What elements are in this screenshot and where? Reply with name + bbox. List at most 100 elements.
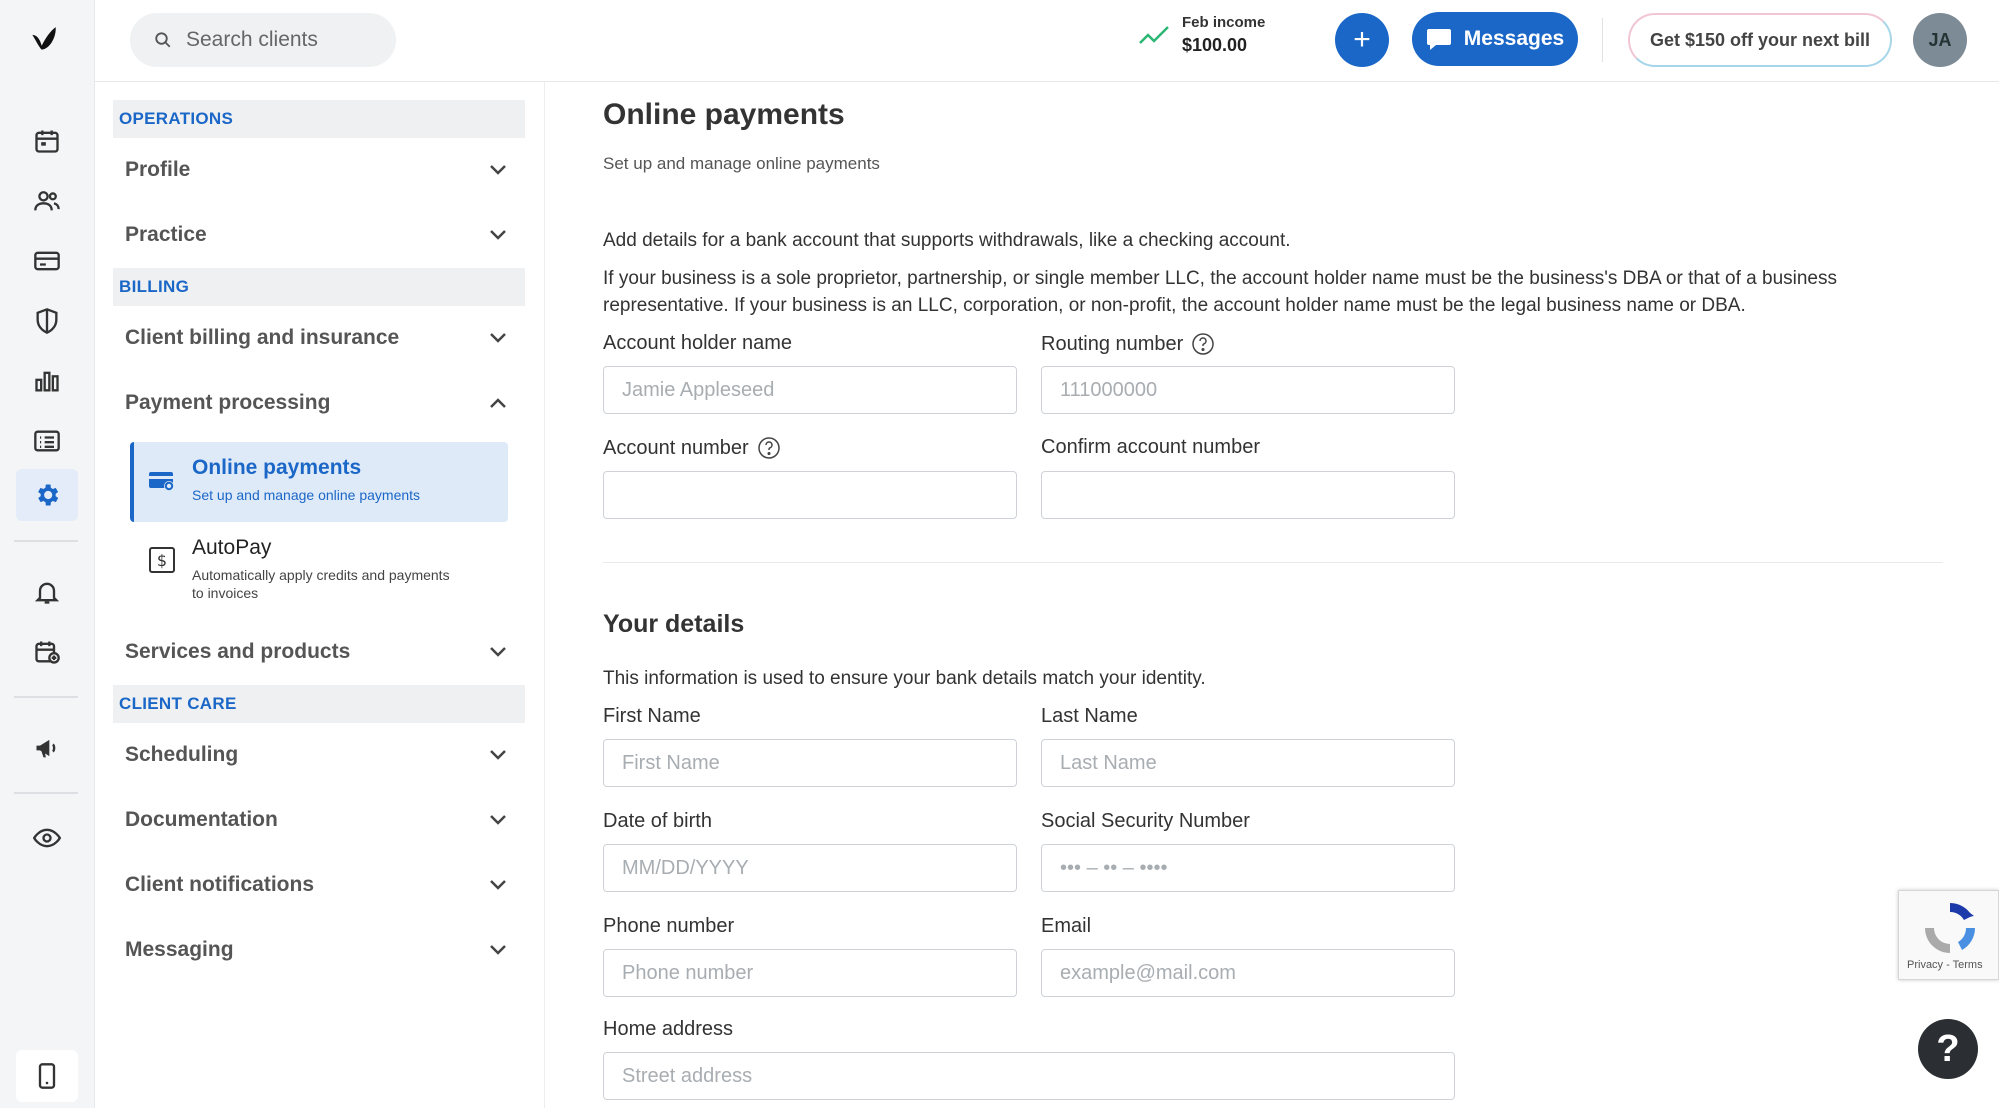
notice-text: If your business is a sole proprietor, p…	[603, 268, 1837, 316]
routing-number-label: Routing number	[1041, 332, 1215, 356]
insurance-shield-icon[interactable]	[16, 295, 78, 347]
recaptcha-badge[interactable]: Privacy - Terms	[1898, 890, 1999, 980]
desc-line-2: to invoices	[192, 585, 259, 601]
account-holder-input[interactable]	[603, 366, 1017, 414]
confirm-account-label: Confirm account number	[1041, 436, 1260, 459]
svg-text:$: $	[157, 551, 167, 570]
settings-gear-icon[interactable]	[16, 469, 78, 521]
clients-icon[interactable]	[16, 175, 78, 227]
label-text: Account holder name	[603, 332, 793, 354]
messages-button[interactable]: Messages	[1412, 12, 1578, 66]
intro-text: Add details for a bank account that supp…	[603, 230, 1291, 251]
nav-item-profile[interactable]: Profile	[113, 145, 525, 195]
nav-item-practice[interactable]: Practice	[113, 210, 525, 260]
rail-divider	[14, 792, 78, 794]
megaphone-icon[interactable]	[16, 722, 78, 774]
nav-item-messaging[interactable]: Messaging	[113, 925, 525, 975]
page-title: Online payments	[603, 98, 845, 131]
nav-item-client-billing[interactable]: Client billing and insurance	[113, 313, 525, 363]
last-name-label: Last Name	[1041, 705, 1138, 728]
settings-nav: OPERATIONS Profile Practice BILLING Clie…	[95, 82, 545, 1108]
nav-item-label: Client billing and insurance	[125, 326, 400, 349]
list-icon[interactable]	[16, 415, 78, 467]
help-circle-icon[interactable]	[1191, 332, 1215, 356]
chevron-down-icon	[490, 815, 506, 825]
sub-item-title: Online payments	[192, 456, 362, 479]
first-name-label: First Name	[603, 705, 701, 728]
topbar-divider	[1602, 18, 1603, 62]
chevron-down-icon	[490, 647, 506, 657]
page-subtitle: Set up and manage online payments	[603, 154, 880, 173]
recaptcha-links[interactable]: Privacy - Terms	[1907, 959, 1983, 971]
plus-icon: +	[1353, 23, 1371, 56]
account-holder-label: Account holder name	[603, 332, 792, 355]
chevron-down-icon	[490, 333, 506, 343]
label-text: Email	[1041, 915, 1092, 937]
sub-item-autopay[interactable]: $ AutoPay Automatically apply credits an…	[130, 522, 508, 618]
last-name-input[interactable]	[1041, 739, 1455, 787]
confirm-account-input[interactable]	[1041, 471, 1455, 519]
income-value: $100.00	[1182, 35, 1248, 55]
ssn-label: Social Security Number	[1041, 810, 1250, 833]
add-button[interactable]: +	[1335, 13, 1389, 67]
chevron-down-icon	[490, 750, 506, 760]
nav-item-label: Practice	[125, 223, 207, 246]
nav-item-label: Scheduling	[125, 743, 239, 766]
calendar-add-icon[interactable]	[16, 626, 78, 678]
sub-item-desc: Automatically apply credits and payments…	[192, 566, 450, 602]
nav-item-services[interactable]: Services and products	[113, 627, 525, 677]
income-summary[interactable]: Feb income $100.00	[1138, 14, 1265, 56]
calendar-icon[interactable]	[16, 115, 78, 167]
user-avatar[interactable]: JA	[1913, 13, 1967, 67]
label-text: Phone number	[603, 915, 735, 937]
section-header-billing: BILLING	[113, 268, 525, 306]
logo-icon[interactable]	[30, 24, 66, 60]
promo-button[interactable]: Get $150 off your next bill	[1628, 13, 1892, 67]
phone-label: Phone number	[603, 915, 734, 938]
sub-item-desc: Set up and manage online payments	[192, 487, 421, 503]
nav-item-label: Profile	[125, 158, 191, 181]
question-mark-icon: ?	[1936, 1027, 1960, 1070]
bell-icon[interactable]	[16, 566, 78, 618]
section-header-client-care: CLIENT CARE	[113, 685, 525, 723]
icon-rail	[0, 0, 95, 1108]
dob-input[interactable]	[603, 844, 1017, 892]
chevron-down-icon	[490, 230, 506, 240]
nav-item-label: Payment processing	[125, 391, 331, 414]
chevron-up-icon	[490, 398, 506, 408]
your-details-desc: This information is used to ensure your …	[603, 668, 1206, 689]
label-text: Account number	[603, 436, 749, 459]
routing-number-input[interactable]	[1041, 366, 1455, 414]
nav-item-documentation[interactable]: Documentation	[113, 795, 525, 845]
account-number-input[interactable]	[603, 471, 1017, 519]
search-input[interactable]	[186, 28, 386, 52]
sub-item-title: AutoPay	[192, 536, 272, 559]
nav-item-payment-processing[interactable]: Payment processing	[113, 378, 525, 428]
email-label: Email	[1041, 915, 1091, 938]
label-text: Home address	[603, 1018, 734, 1040]
help-circle-icon[interactable]	[757, 436, 781, 460]
help-button[interactable]: ?	[1918, 1019, 1978, 1079]
label-text: Last Name	[1041, 705, 1138, 727]
billing-card-icon[interactable]	[16, 235, 78, 287]
desc-line-1: Automatically apply credits and payments	[192, 567, 450, 583]
mobile-icon[interactable]	[16, 1050, 78, 1102]
street-address-input[interactable]	[603, 1052, 1455, 1100]
email-input[interactable]	[1041, 949, 1455, 997]
ssn-input[interactable]	[1041, 844, 1455, 892]
first-name-input[interactable]	[603, 739, 1017, 787]
label-text: Date of birth	[603, 810, 712, 832]
search-bar[interactable]	[130, 13, 396, 67]
eye-icon[interactable]	[16, 812, 78, 864]
messages-label: Messages	[1463, 27, 1565, 50]
nav-item-label: Services and products	[125, 640, 351, 663]
label-text: Confirm account number	[1041, 436, 1260, 458]
nav-item-scheduling[interactable]: Scheduling	[113, 730, 525, 780]
analytics-icon[interactable]	[16, 355, 78, 407]
recaptcha-icon	[1925, 902, 1976, 953]
nav-item-client-notifications[interactable]: Client notifications	[113, 860, 525, 910]
label-text: Social Security Number	[1041, 810, 1250, 832]
sub-item-online-payments[interactable]: Online payments Set up and manage online…	[130, 442, 508, 522]
phone-input[interactable]	[603, 949, 1017, 997]
rail-divider	[14, 540, 78, 542]
